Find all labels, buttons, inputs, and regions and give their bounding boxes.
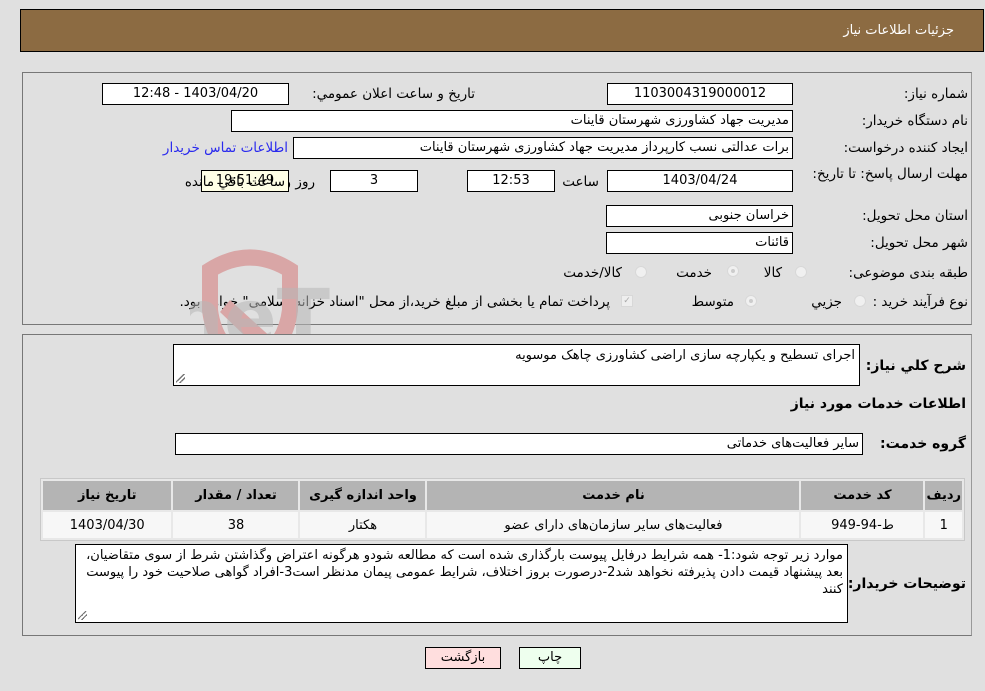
remaining-days-field[interactable]: 3 [330,170,418,192]
description-textarea[interactable]: اجرای تسطیح و یکپارچه سازی اراضی کشاورزی… [173,344,860,386]
page-header: جزئیات اطلاعات نیاز [20,9,984,52]
city-field[interactable]: قائنات [606,232,793,254]
treasury-note: پرداخت تمام یا بخشی از مبلغ خرید،از محل … [179,294,610,310]
services-table: ردیف کد خدمت نام خدمت واحد اندازه گیری ت… [40,478,965,541]
buyer-contact-link[interactable]: اطلاعات تماس خريدار [163,140,288,156]
deadline-date-field[interactable]: 1403/04/24 [607,170,793,192]
deadline-time-field[interactable]: 12:53 [467,170,555,192]
buyer-notes-label: توضيحات خريدار: [847,576,966,592]
table-header-row: ردیف کد خدمت نام خدمت واحد اندازه گیری ت… [43,481,962,510]
col-header-unit: واحد اندازه گیری [300,481,426,510]
announce-label: تاریخ و ساعت اعلان عمومي: [312,86,475,102]
process-label: نوع فرآیند خرید : [872,294,968,310]
city-label: شهر محل تحویل: [870,235,968,251]
buyer-notes-textarea[interactable]: موارد زیر توجه شود:1- همه شرایط درفایل پ… [75,544,848,623]
col-header-row-number: ردیف [925,481,962,510]
resize-grip-icon[interactable] [78,611,87,620]
cell-service-code: ط-94-949 [801,512,924,538]
remaining-label: ساعت باقي مانده [184,174,285,190]
province-label: استان محل تحویل: [862,208,968,224]
creator-field[interactable]: برات عدالتی نسب کارپرداز مدیریت جهاد کشا… [293,137,793,159]
category-option-goods: کالا [763,265,782,281]
col-header-quantity: تعداد / مقدار [173,481,299,510]
page-title: جزئیات اطلاعات نیاز [843,23,954,38]
treasury-checkbox[interactable]: ✓ [621,295,633,307]
cell-quantity: 38 [173,512,299,538]
category-radio-goods-service[interactable] [635,266,647,278]
table-row: 1 ط-94-949 فعالیت‌های سایر سازمان‌های دا… [43,512,962,538]
process-radio-small[interactable] [854,295,866,307]
service-group-label: گروه خدمت: [880,436,966,452]
announce-datetime-field[interactable]: 1403/04/20 - 12:48 [102,83,289,105]
category-option-service: خدمت [676,265,712,281]
process-radio-medium[interactable] [745,295,757,307]
description-text: اجرای تسطیح و یکپارچه سازی اراضی کشاورزی… [515,348,855,363]
process-option-small: جزيي [811,294,842,310]
service-group-field[interactable]: سایر فعالیت‌های خدماتی [175,433,863,455]
creator-label: ايجاد کننده درخواست: [843,140,968,156]
cell-unit: هکتار [300,512,426,538]
back-button[interactable]: بازگشت [425,647,501,669]
services-section-title: اطلاعات خدمات مورد نياز [790,396,966,412]
category-option-goods-service: کالا/خدمت [563,265,622,281]
province-field[interactable]: خراسان جنوبی [606,205,793,227]
deadline-label: مهلت ارسال پاسخ: تا تاريخ: [812,166,968,182]
category-radio-service[interactable] [727,265,739,277]
buyer-notes-text: موارد زیر توجه شود:1- همه شرایط درفایل پ… [86,548,843,597]
cell-row-number: 1 [925,512,962,538]
col-header-service-name: نام خدمت [427,481,800,510]
process-option-medium: متوسط [691,294,734,310]
buyer-org-label: نام دستگاه خريدار: [861,113,968,129]
cell-need-date: 1403/04/30 [43,512,172,538]
deadline-time-label: ساعت [562,174,599,190]
need-number-field[interactable]: 1103004319000012 [607,83,793,105]
category-radio-goods[interactable] [795,266,807,278]
buyer-org-field[interactable]: مدیریت جهاد کشاورزی شهرستان قاینات [231,110,793,132]
col-header-need-date: تاریخ نیاز [43,481,172,510]
days-label: روز و [284,174,315,190]
category-label: طبقه بندی موضوعی: [848,265,968,281]
print-button[interactable]: چاپ [519,647,581,669]
need-number-label: شماره نیاز: [903,86,968,102]
cell-service-name: فعالیت‌های سایر سازمان‌های دارای عضو [427,512,800,538]
description-label: شرح کلي نياز: [865,358,966,374]
resize-grip-icon[interactable] [176,374,185,383]
col-header-service-code: کد خدمت [801,481,924,510]
